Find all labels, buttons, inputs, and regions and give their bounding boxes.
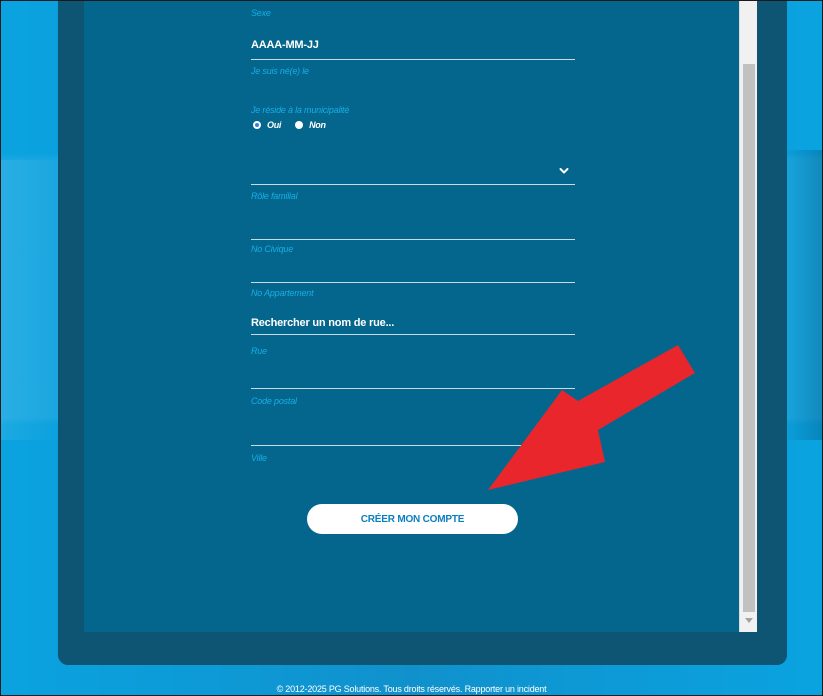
family-role-select[interactable] — [251, 155, 575, 183]
chevron-down-icon[interactable] — [559, 166, 569, 176]
family-role-underline — [251, 184, 575, 185]
radio-oui-label: Oui — [267, 120, 282, 130]
background-decoration-left — [0, 160, 60, 440]
apartment-input[interactable] — [251, 260, 575, 280]
postal-code-input[interactable] — [251, 414, 575, 442]
resident-label: Je réside à la municipalité — [251, 105, 350, 115]
civic-number-input[interactable] — [251, 215, 575, 237]
postal-code-label: Code postal — [251, 396, 297, 406]
radio-oui[interactable]: Oui — [253, 120, 281, 130]
street-label: Rue — [251, 346, 267, 356]
family-role-label: Rôle familial — [251, 191, 298, 201]
birthdate-underline — [251, 59, 575, 60]
create-account-button[interactable]: CRÉER MON COMPTE — [307, 504, 518, 534]
scroll-down-arrow-icon[interactable] — [745, 618, 753, 623]
postal-code-underline — [251, 445, 575, 446]
sex-label: Sexe — [251, 8, 271, 18]
background-decoration-right — [783, 150, 823, 440]
city-label: Ville — [251, 453, 267, 463]
apartment-label: No Appartement — [251, 288, 314, 298]
scrollbar[interactable] — [739, 0, 757, 632]
street-search-underline — [251, 334, 575, 335]
street-search-input[interactable]: Rechercher un nom de rue... — [251, 317, 394, 329]
radio-non[interactable]: Non — [295, 120, 326, 130]
street-input[interactable] — [251, 362, 575, 386]
apartment-underline — [251, 282, 575, 283]
civic-number-label: No Civique — [251, 244, 294, 254]
birthdate-label: Je suis né(e) le — [251, 66, 309, 76]
registration-panel — [84, 0, 739, 632]
civic-number-underline — [251, 239, 575, 240]
radio-non-indicator[interactable] — [295, 121, 304, 129]
scrollbar-thumb[interactable] — [743, 64, 755, 612]
footer-copyright: © 2012-2025 PG Solutions. Tous droits ré… — [276, 684, 463, 694]
street-underline — [251, 388, 575, 389]
report-incident-link[interactable]: Rapporter un incident — [465, 684, 547, 694]
birthdate-input[interactable]: AAAA-MM-JJ — [251, 39, 319, 51]
resident-radio-group: Oui Non — [253, 120, 340, 130]
radio-oui-indicator[interactable] — [253, 121, 261, 129]
footer: © 2012-2025 PG Solutions. Tous droits ré… — [0, 684, 823, 694]
radio-non-label: Non — [309, 120, 326, 130]
